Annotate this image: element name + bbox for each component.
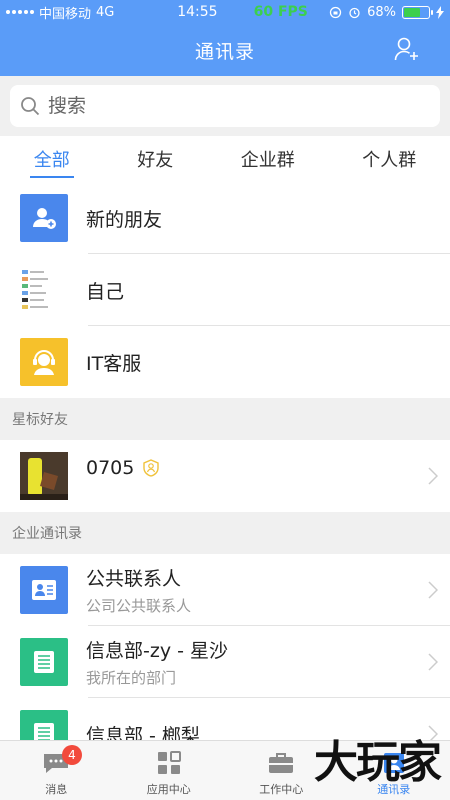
tab-personal-groups[interactable]: 个人群 [362, 136, 416, 182]
friend-name: 0705 [86, 457, 135, 479]
row-title: 自己 [86, 280, 125, 303]
row-subtitle: 公司公共联系人 [86, 597, 192, 615]
department-row-xingsha[interactable]: 信息部-zy - 星沙 我所在的部门 [0, 626, 450, 698]
department-icon [20, 638, 68, 686]
starred-header: 星标好友 [0, 398, 450, 440]
charging-icon [436, 5, 444, 19]
clock: 14:55 [177, 4, 218, 20]
network-label: 4G [96, 4, 115, 20]
new-friends-row[interactable]: 新的朋友 [0, 182, 450, 254]
battery-percent: 68% [367, 4, 396, 20]
tab-all[interactable]: 全部 [29, 136, 74, 182]
app-grid-icon [157, 751, 181, 774]
app-header: 中国移动 4G 14:55 60 FPS 68% 通讯录 [0, 0, 450, 76]
row-title: 新的朋友 [86, 208, 163, 231]
carrier-label: 中国移动 [39, 6, 92, 22]
row-title: IT客服 [86, 352, 142, 375]
row-title: 公共联系人 [86, 568, 182, 590]
public-contacts-icon [20, 566, 68, 614]
page-title: 通讯录 [194, 40, 255, 63]
row-title: 信息部-zy - 星沙 [86, 640, 229, 662]
public-contacts-row[interactable]: 公共联系人 公司公共联系人 [0, 554, 450, 626]
starred-section: 0705 [0, 440, 450, 512]
starred-friend-row[interactable]: 0705 [0, 440, 450, 512]
filter-tabs: 全部 好友 企业群 个人群 [0, 136, 450, 182]
search-input[interactable] [48, 95, 428, 117]
watermark-logo: 大玩家 [314, 737, 442, 788]
new-friend-icon [20, 194, 68, 242]
department-icon [20, 710, 68, 744]
photo-avatar [20, 452, 68, 500]
customer-service-icon [20, 338, 68, 386]
tab-enterprise-groups[interactable]: 企业群 [241, 136, 295, 182]
unread-badge: 4 [62, 745, 82, 765]
row-subtitle: 我所在的部门 [86, 669, 177, 687]
search-area [0, 76, 450, 136]
chevron-right-icon [428, 581, 438, 599]
chevron-right-icon [428, 467, 438, 485]
nav-bar: 通讯录 [0, 24, 450, 76]
fps-counter: 60 FPS [253, 4, 308, 20]
tab-label: 工作中心 [259, 783, 304, 796]
add-contact-icon[interactable] [394, 36, 420, 62]
self-thumbnail [20, 266, 68, 314]
rotation-lock-icon [329, 6, 342, 18]
self-row[interactable]: 自己 [0, 254, 450, 326]
quick-section: 新的朋友 自己 IT客服 [0, 182, 450, 398]
search-icon [21, 97, 40, 116]
tab-messages[interactable]: 消息 4 [0, 741, 113, 800]
alarm-icon [349, 7, 360, 18]
search-bar[interactable] [10, 85, 440, 127]
briefcase-icon [269, 753, 294, 773]
verified-badge-icon [143, 459, 160, 477]
tab-label: 消息 [45, 783, 68, 796]
tab-app-center[interactable]: 应用中心 [113, 741, 226, 800]
enterprise-section: 公共联系人 公司公共联系人 信息部-zy - 星沙 我所在的部门 信息部 - 榔… [0, 554, 450, 744]
battery-icon [402, 5, 433, 19]
tab-label: 应用中心 [146, 783, 191, 796]
chevron-right-icon [428, 653, 438, 671]
enterprise-header: 企业通讯录 [0, 512, 450, 554]
signal-icon [6, 10, 34, 14]
tab-friends[interactable]: 好友 [137, 136, 173, 182]
it-service-row[interactable]: IT客服 [0, 326, 450, 398]
status-bar: 中国移动 4G 14:55 60 FPS 68% [0, 0, 450, 24]
